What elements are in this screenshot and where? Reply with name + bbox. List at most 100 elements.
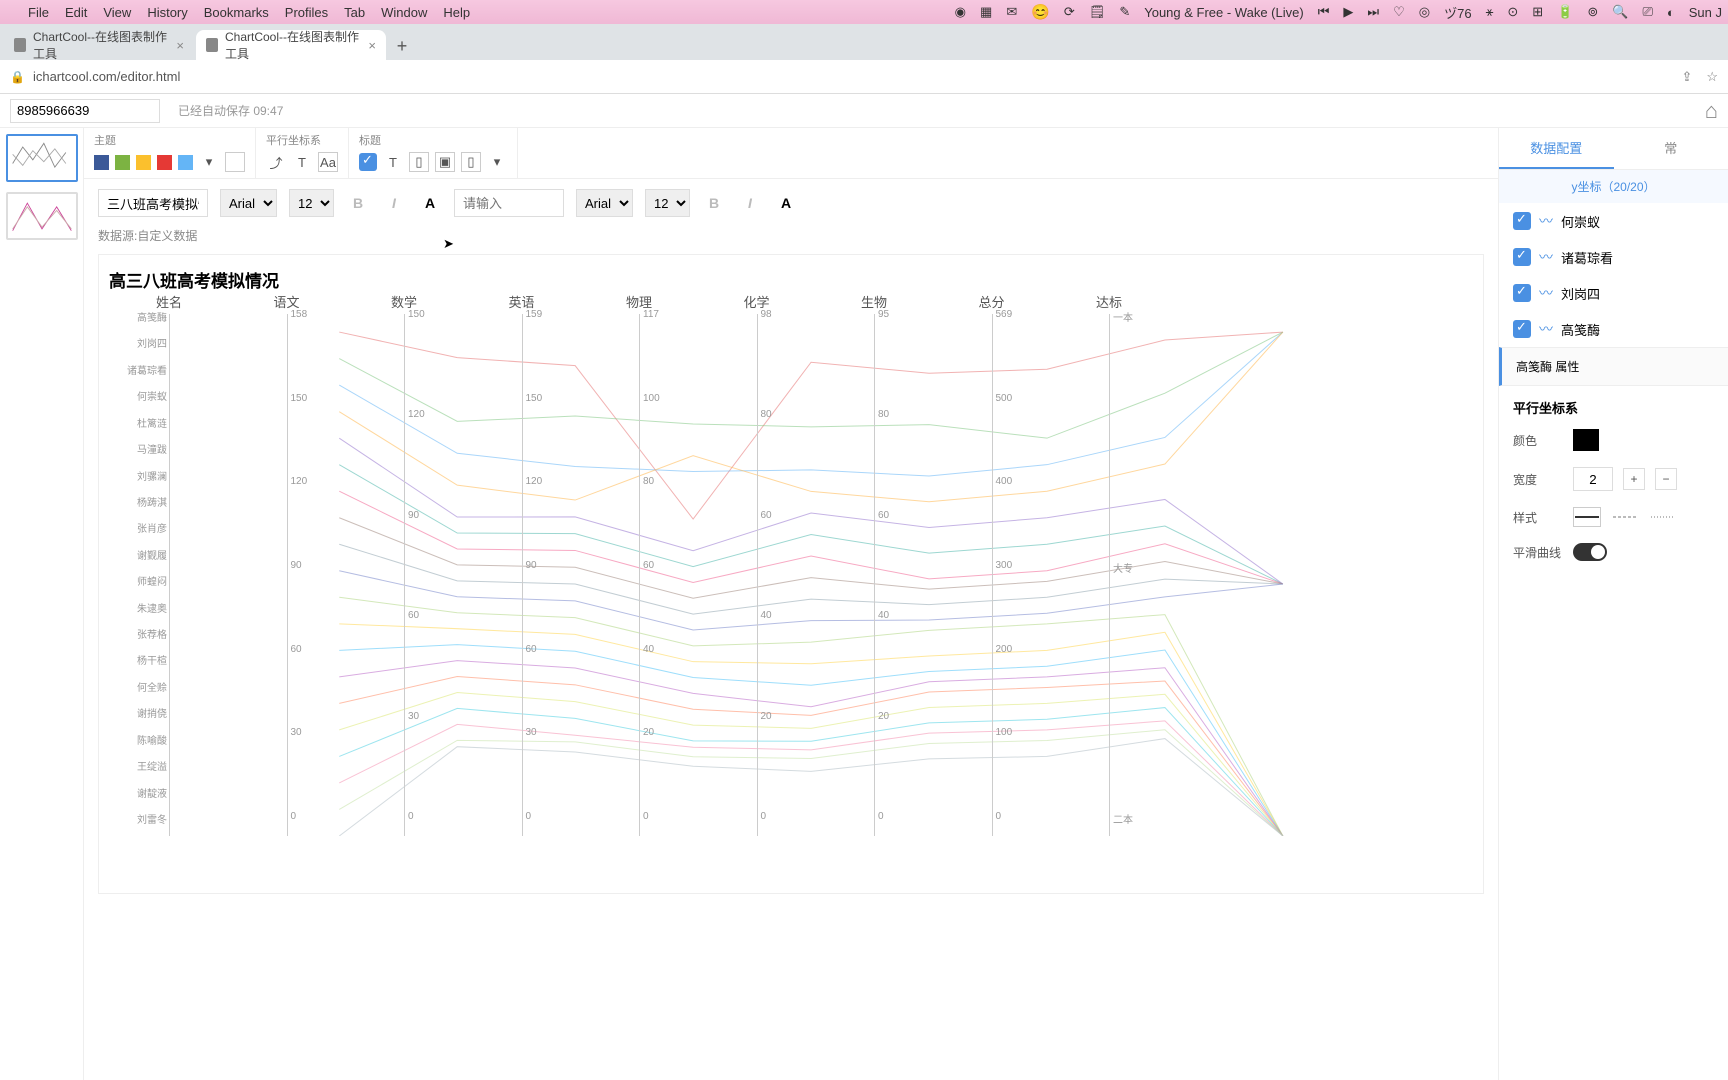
menu-item[interactable]: View: [103, 5, 131, 20]
siri-icon[interactable]: ◐: [1667, 5, 1675, 20]
series-row[interactable]: 〰 诸葛琮看: [1499, 239, 1728, 275]
menu-item[interactable]: File: [28, 5, 49, 20]
new-tab-button[interactable]: +: [388, 32, 416, 60]
now-playing[interactable]: Young & Free - Wake (Live): [1144, 5, 1303, 20]
sub-title-size-select[interactable]: 12: [645, 189, 690, 217]
title-editor-row: Arial 12 B I A Arial 12 B I A: [84, 179, 1498, 227]
color-picker[interactable]: [1573, 429, 1599, 451]
menu-item[interactable]: Edit: [65, 5, 87, 20]
sync2-icon[interactable]: ⊙: [1507, 4, 1518, 20]
bluetooth-icon[interactable]: ⚹: [1486, 4, 1494, 20]
main-title-font-select[interactable]: Arial: [220, 189, 277, 217]
share-icon[interactable]: ⇪: [1681, 69, 1692, 85]
menu-item[interactable]: Tab: [344, 5, 365, 20]
series-checkbox[interactable]: [1513, 248, 1531, 266]
smooth-toggle[interactable]: [1573, 543, 1607, 561]
emoji-icon[interactable]: 😊: [1031, 3, 1050, 21]
doc-id-input[interactable]: [10, 99, 160, 123]
series-row[interactable]: 〰 高笺酶: [1499, 311, 1728, 347]
wifi-icon[interactable]: ⊚: [1587, 4, 1598, 20]
close-icon[interactable]: ×: [176, 38, 184, 53]
g-count[interactable]: ヅ76: [1444, 3, 1471, 22]
control-center-icon[interactable]: ⎚: [1642, 4, 1652, 20]
evernote-icon[interactable]: ✎: [1119, 4, 1130, 20]
color-button[interactable]: A: [418, 191, 442, 215]
title-visible-checkbox[interactable]: [359, 153, 377, 171]
style-dotted[interactable]: [1649, 507, 1677, 527]
thumbnail[interactable]: [6, 192, 78, 240]
menu-item[interactable]: Bookmarks: [204, 5, 269, 20]
series-checkbox[interactable]: [1513, 212, 1531, 230]
label-box-icon[interactable]: Aa: [318, 152, 338, 172]
dropdown-icon[interactable]: ▾: [487, 152, 507, 172]
series-row[interactable]: 〰 何崇蚁: [1499, 203, 1728, 239]
prev-icon[interactable]: ⏮: [1318, 4, 1330, 20]
color-swatch[interactable]: [178, 155, 193, 170]
note-icon[interactable]: 🗒: [1089, 4, 1106, 20]
browser-tab[interactable]: ChartCool--在线图表制作工具 ×: [4, 30, 194, 60]
parallel-coords: 姓名高笺酶刘岗四诸葛琮看何崇蚁杜篱涟马潼跋刘骡澜杨踌淇张肖彦谢觐履师蝗闷朱逮奥张…: [109, 296, 1473, 856]
wechat-icon[interactable]: ✉: [1006, 4, 1017, 20]
style-solid[interactable]: [1573, 507, 1601, 527]
text-icon[interactable]: T: [292, 152, 312, 172]
italic-button[interactable]: I: [738, 191, 762, 215]
style-dashed[interactable]: [1611, 507, 1639, 527]
sync-icon[interactable]: ⟳: [1064, 4, 1075, 20]
width-input[interactable]: [1573, 467, 1613, 491]
browser-tab-active[interactable]: ChartCool--在线图表制作工具 ×: [196, 30, 386, 60]
tab-data-config[interactable]: 数据配置: [1499, 128, 1614, 169]
bold-button[interactable]: B: [346, 191, 370, 215]
bg-color-icon[interactable]: [225, 152, 245, 172]
mac-menubar: File Edit View History Bookmarks Profile…: [0, 0, 1728, 24]
thumbnail-active[interactable]: [6, 134, 78, 182]
tab-common[interactable]: 常: [1614, 128, 1728, 169]
star-icon[interactable]: ☆: [1706, 69, 1718, 85]
app-icon[interactable]: ▦: [980, 4, 992, 20]
y-axis-subheader[interactable]: y坐标（20/20）: [1499, 170, 1728, 203]
align-center-icon[interactable]: ▣: [435, 152, 455, 172]
lock-icon[interactable]: 🔒: [10, 70, 25, 84]
right-panel: 数据配置 常 y坐标（20/20） 〰 何崇蚁 〰 诸葛琮看 〰 刘岗四 〰 高…: [1498, 128, 1728, 1080]
grid-icon[interactable]: ⊞: [1532, 4, 1543, 20]
menu-item[interactable]: History: [147, 5, 187, 20]
url-text[interactable]: ichartcool.com/editor.html: [33, 69, 180, 84]
series-row[interactable]: 〰 刘岗四: [1499, 275, 1728, 311]
palette-dropdown-icon[interactable]: ▾: [199, 152, 219, 172]
sub-title-font-select[interactable]: Arial: [576, 189, 633, 217]
main-title-size-select[interactable]: 12: [289, 189, 334, 217]
circle-icon[interactable]: ◎: [1419, 4, 1430, 20]
color-swatch[interactable]: [157, 155, 172, 170]
title-text-icon[interactable]: T: [383, 152, 403, 172]
align-left-icon[interactable]: ▯: [409, 152, 429, 172]
main-title-input[interactable]: [98, 189, 208, 217]
close-icon[interactable]: ×: [368, 38, 376, 53]
series-checkbox[interactable]: [1513, 284, 1531, 302]
align-right-icon[interactable]: ▯: [461, 152, 481, 172]
menu-item[interactable]: Window: [381, 5, 427, 20]
axis-icon[interactable]: ⤴: [266, 152, 286, 172]
series-checkbox[interactable]: [1513, 320, 1531, 338]
menu-item[interactable]: Profiles: [285, 5, 328, 20]
heart-icon[interactable]: ♡: [1393, 4, 1405, 20]
play-icon[interactable]: ▶: [1343, 4, 1353, 20]
color-swatch[interactable]: [94, 155, 109, 170]
color-button[interactable]: A: [774, 191, 798, 215]
clock[interactable]: Sun J: [1689, 5, 1722, 20]
battery-icon[interactable]: 🔋: [1557, 4, 1573, 20]
next-icon[interactable]: ⏭: [1367, 4, 1379, 20]
prop-label: 样式: [1513, 509, 1563, 526]
minus-button[interactable]: −: [1655, 468, 1677, 490]
menubar-right: ◉ ▦ ✉ 😊 ⟳ 🗒 ✎ Young & Free - Wake (Live)…: [955, 3, 1722, 22]
search-icon[interactable]: 🔍: [1612, 4, 1628, 20]
menu-item[interactable]: Help: [443, 5, 470, 20]
sub-title-input[interactable]: [454, 189, 564, 217]
color-swatch[interactable]: [136, 155, 151, 170]
color-swatch[interactable]: [115, 155, 130, 170]
record-icon[interactable]: ◉: [955, 4, 966, 20]
home-icon[interactable]: ⌂: [1705, 98, 1718, 124]
menubar-left: File Edit View History Bookmarks Profile…: [6, 5, 470, 20]
chart-canvas[interactable]: 高三八班高考模拟情况 姓名高笺酶刘岗四诸葛琮看何崇蚁杜篱涟马潼跋刘骡澜杨踌淇张肖…: [98, 254, 1484, 894]
bold-button[interactable]: B: [702, 191, 726, 215]
italic-button[interactable]: I: [382, 191, 406, 215]
plus-button[interactable]: +: [1623, 468, 1645, 490]
